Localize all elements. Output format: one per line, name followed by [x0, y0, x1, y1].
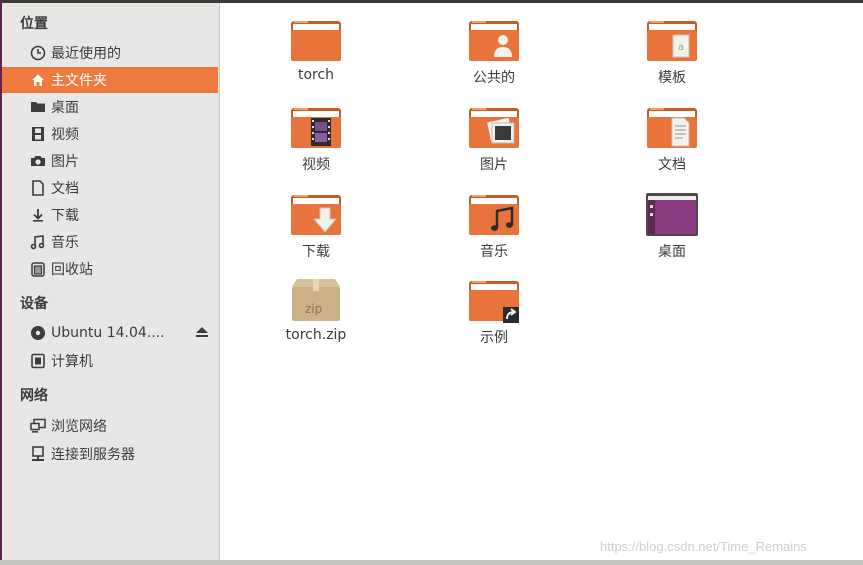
- section-places-heading: 位置: [20, 16, 48, 32]
- file-item-label: 下载: [302, 244, 330, 260]
- file-item-downloads[interactable]: 下载: [256, 191, 376, 271]
- sidebar-item-music[interactable]: 音乐: [2, 229, 218, 255]
- sidebar-item-label: 图片: [51, 154, 79, 170]
- file-item-label: torch: [297, 67, 335, 83]
- sidebar-item-ubuntu-disc[interactable]: Ubuntu 14.04....: [2, 320, 218, 346]
- file-item-label: 文档: [658, 157, 686, 173]
- video-icon: [29, 125, 47, 143]
- sidebar: 位置 最近使用的 主文件夹 桌面 视频 图片 文档 下载 音乐 回收站 设备 U…: [2, 3, 220, 560]
- file-item-label: 视频: [302, 157, 330, 173]
- server-icon: [29, 445, 47, 463]
- zip-archive-icon: zip: [292, 279, 340, 321]
- folder-templates-icon: a: [647, 21, 697, 61]
- sidebar-item-label: 回收站: [51, 262, 93, 278]
- sidebar-item-label: 最近使用的: [51, 46, 121, 62]
- sidebar-item-trash[interactable]: 回收站: [2, 256, 218, 282]
- file-item-videos[interactable]: 视频: [256, 104, 376, 184]
- svg-text:a: a: [678, 42, 684, 53]
- sidebar-item-connect-server[interactable]: 连接到服务器: [2, 441, 218, 467]
- file-item-desktop[interactable]: 桌面: [612, 191, 732, 271]
- download-icon: [29, 206, 47, 224]
- sidebar-item-label: 浏览网络: [51, 419, 107, 435]
- file-item-examples[interactable]: 示例: [434, 277, 554, 357]
- sidebar-item-label: 主文件夹: [51, 73, 107, 89]
- sidebar-item-label: 视频: [51, 127, 79, 143]
- sidebar-item-recent[interactable]: 最近使用的: [2, 40, 218, 66]
- sidebar-item-label: 桌面: [51, 100, 79, 116]
- sidebar-item-downloads[interactable]: 下载: [2, 202, 218, 228]
- sidebar-item-label: 下载: [51, 208, 79, 224]
- file-item-documents[interactable]: 文档: [612, 104, 732, 184]
- folder-music-icon: [469, 195, 519, 235]
- section-devices-heading: 设备: [20, 296, 48, 312]
- file-item-templates[interactable]: a 模板: [612, 17, 732, 97]
- section-network-heading: 网络: [20, 388, 48, 404]
- folder-link-icon: [469, 281, 519, 323]
- folder-videos-icon: [291, 108, 341, 148]
- sidebar-item-desktop[interactable]: 桌面: [2, 94, 218, 120]
- folder-icon: [291, 21, 341, 61]
- file-item-label: 音乐: [480, 244, 508, 260]
- sidebar-item-label: 文档: [51, 181, 79, 197]
- network-icon: [29, 417, 47, 435]
- sidebar-item-browse-network[interactable]: 浏览网络: [2, 413, 218, 439]
- file-item-label: 模板: [658, 70, 686, 86]
- disc-icon: [29, 324, 47, 342]
- file-item-label: 公共的: [473, 70, 515, 86]
- file-item-pictures[interactable]: 图片: [434, 104, 554, 184]
- file-item-label: 图片: [480, 157, 508, 173]
- sidebar-item-label: 连接到服务器: [51, 447, 135, 463]
- sidebar-item-label: Ubuntu 14.04....: [51, 325, 165, 341]
- file-item-label: 桌面: [658, 244, 686, 260]
- trash-icon: [29, 260, 47, 278]
- sidebar-item-label: 音乐: [51, 235, 79, 251]
- watermark-text: https://blog.csdn.net/Time_Remains: [600, 539, 807, 554]
- music-icon: [29, 233, 47, 251]
- folder-documents-icon: [647, 108, 697, 148]
- file-item-torch-zip[interactable]: zip torch.zip: [256, 277, 376, 357]
- desktop-icon: [29, 98, 47, 116]
- sidebar-item-computer[interactable]: 计算机: [2, 348, 218, 374]
- folder-pictures-icon: [469, 108, 519, 148]
- folder-download-icon: [291, 195, 341, 235]
- eject-icon[interactable]: [194, 324, 210, 344]
- sidebar-item-label: 计算机: [51, 354, 93, 370]
- svg-text:zip: zip: [305, 302, 322, 316]
- bottom-scrollbar[interactable]: [0, 560, 863, 565]
- document-icon: [29, 179, 47, 197]
- file-item-label: torch.zip: [285, 327, 347, 343]
- recent-clock-icon: [29, 44, 47, 62]
- desktop-folder-icon: [646, 193, 698, 236]
- file-view: torch 公共的 a 模板 视频 图片 文档 下载 音乐 桌面 zip tor…: [220, 3, 863, 560]
- camera-icon: [29, 152, 47, 170]
- file-item-torch[interactable]: torch: [256, 17, 376, 97]
- home-icon: [29, 71, 47, 89]
- computer-icon: [29, 352, 47, 370]
- sidebar-item-home[interactable]: 主文件夹: [2, 67, 218, 93]
- sidebar-item-video[interactable]: 视频: [2, 121, 218, 147]
- sidebar-item-documents[interactable]: 文档: [2, 175, 218, 201]
- file-item-label: 示例: [480, 330, 508, 346]
- file-item-public[interactable]: 公共的: [434, 17, 554, 97]
- folder-public-icon: [469, 21, 519, 61]
- sidebar-item-pictures[interactable]: 图片: [2, 148, 218, 174]
- file-item-music[interactable]: 音乐: [434, 191, 554, 271]
